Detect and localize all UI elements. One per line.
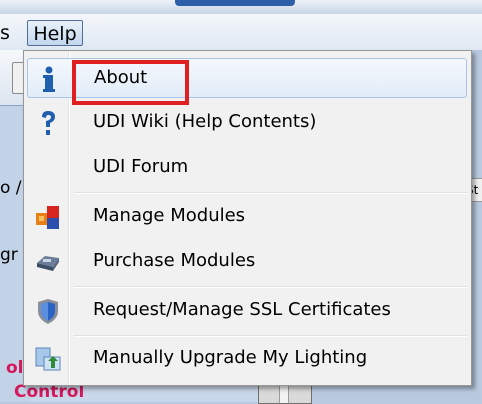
menu-item-label: Manage Modules xyxy=(93,205,246,226)
titlebar-accent xyxy=(175,0,295,6)
modules-icon xyxy=(33,202,63,232)
purchase-icon xyxy=(33,247,63,277)
shield-icon xyxy=(33,296,63,326)
background-text-fragment: o / xyxy=(0,178,22,198)
annotation-highlight-box xyxy=(72,60,189,105)
menu-separator xyxy=(74,286,467,288)
menu-item-udi-forum[interactable]: UDI Forum xyxy=(27,148,467,188)
menubar-item-partial[interactable]: s xyxy=(0,20,22,46)
menu-item-label: Request/Manage SSL Certificates xyxy=(93,299,391,320)
menu-item-label: UDI Forum xyxy=(93,156,189,177)
background-text-fragment: ol xyxy=(6,358,24,378)
menu-item-udi-wiki[interactable]: UDI Wiki (Help Contents) xyxy=(27,103,467,143)
background-text-fragment: gr xyxy=(0,245,18,265)
menu-item-manage-modules[interactable]: Manage Modules xyxy=(27,197,467,237)
window-titlebar xyxy=(0,0,482,14)
info-icon xyxy=(34,64,64,94)
menu-item-label: Manually Upgrade My Lighting xyxy=(93,347,368,368)
menu-separator xyxy=(74,335,467,337)
menubar-item-help[interactable]: Help xyxy=(27,20,83,46)
menu-item-purchase-modules[interactable]: Purchase Modules xyxy=(27,242,467,282)
menu-item-label: UDI Wiki (Help Contents) xyxy=(93,111,317,132)
menu-item-manually-upgrade[interactable]: Manually Upgrade My Lighting xyxy=(27,339,467,379)
upgrade-icon xyxy=(33,344,63,374)
menu-separator xyxy=(74,192,467,194)
question-icon xyxy=(33,108,63,138)
menu-item-label: Purchase Modules xyxy=(93,250,256,271)
menu-item-ssl-certificates[interactable]: Request/Manage SSL Certificates xyxy=(27,291,467,331)
